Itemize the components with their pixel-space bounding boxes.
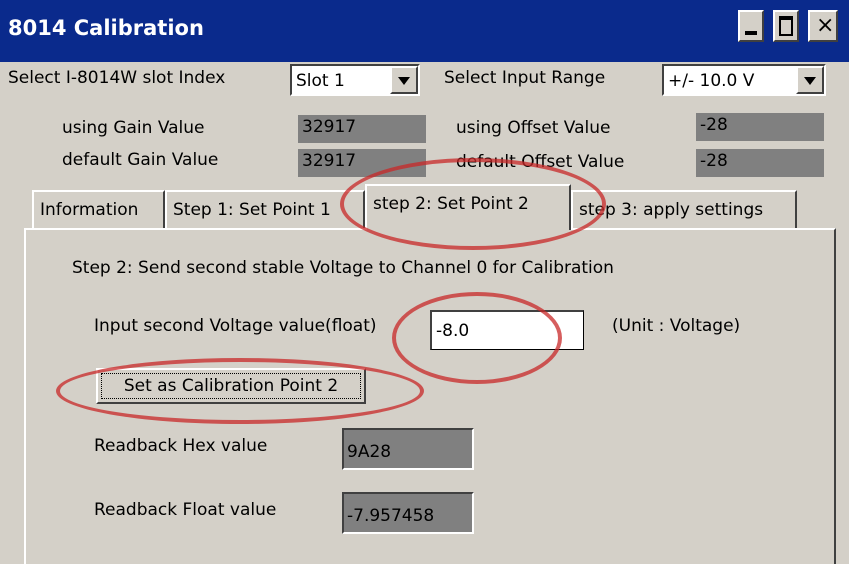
using-offset-value: -28 bbox=[696, 113, 824, 141]
tab-information[interactable]: Information bbox=[32, 190, 165, 228]
using-gain-value: 32917 bbox=[298, 115, 426, 143]
default-offset-value: -28 bbox=[696, 149, 824, 177]
input-range-select[interactable]: +/- 10.0 V bbox=[662, 64, 826, 96]
tab-step3[interactable]: step 3: apply settings bbox=[571, 190, 797, 228]
set-calibration-point-button[interactable]: Set as Calibration Point 2 bbox=[96, 368, 366, 404]
hex-label: Readback Hex value bbox=[94, 436, 268, 456]
tab-label: Step 1: Set Point 1 bbox=[173, 200, 331, 220]
close-icon: × bbox=[816, 13, 835, 38]
default-offset-label: default Offset Value bbox=[456, 152, 625, 172]
slot-index-value: Slot 1 bbox=[296, 71, 345, 91]
button-label: Set as Calibration Point 2 bbox=[123, 376, 339, 396]
tab-step2[interactable]: step 2: Set Point 2 bbox=[365, 184, 571, 230]
float-label: Readback Float value bbox=[94, 500, 277, 520]
minimize-button[interactable] bbox=[738, 10, 764, 42]
window-title: 8014 Calibration bbox=[8, 16, 204, 40]
tab-step1[interactable]: Step 1: Set Point 1 bbox=[165, 190, 365, 228]
calibration-window: 8014 Calibration × Select I-8014W slot I… bbox=[0, 0, 849, 564]
input-range-label: Select Input Range bbox=[444, 68, 606, 88]
hex-value: 9A28 bbox=[342, 428, 474, 470]
float-value: -7.957458 bbox=[342, 492, 474, 534]
default-gain-label: default Gain Value bbox=[62, 150, 219, 170]
using-gain-label: using Gain Value bbox=[62, 118, 205, 138]
unit-label: (Unit : Voltage) bbox=[612, 316, 741, 336]
tab-label: Information bbox=[40, 200, 139, 220]
step2-panel: Step 2: Send second stable Voltage to Ch… bbox=[24, 228, 836, 564]
tab-label: step 2: Set Point 2 bbox=[373, 194, 529, 214]
voltage-input[interactable] bbox=[430, 310, 584, 350]
chevron-down-icon[interactable] bbox=[796, 66, 824, 94]
step2-instruction: Step 2: Send second stable Voltage to Ch… bbox=[72, 258, 614, 278]
maximize-button[interactable] bbox=[773, 10, 799, 42]
tab-label: step 3: apply settings bbox=[579, 200, 764, 220]
close-button[interactable]: × bbox=[808, 10, 838, 42]
title-bar[interactable]: 8014 Calibration × bbox=[0, 0, 849, 62]
using-offset-label: using Offset Value bbox=[456, 118, 611, 138]
chevron-down-icon[interactable] bbox=[390, 66, 418, 94]
voltage-input-label: Input second Voltage value(float) bbox=[94, 316, 377, 336]
slot-index-label: Select I-8014W slot Index bbox=[8, 68, 226, 88]
slot-index-select[interactable]: Slot 1 bbox=[290, 64, 420, 96]
input-range-value: +/- 10.0 V bbox=[668, 71, 755, 91]
default-gain-value: 32917 bbox=[298, 149, 426, 177]
